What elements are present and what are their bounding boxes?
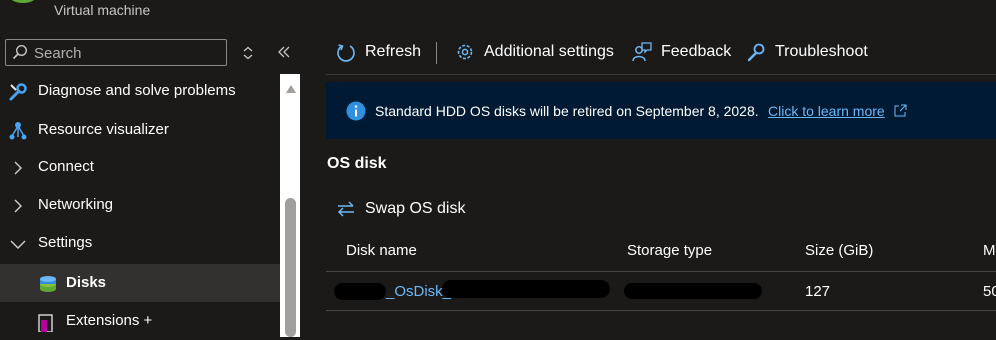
learn-more-link[interactable]: Click to learn more (768, 103, 885, 119)
swap-icon (337, 201, 354, 217)
banner-message: Standard HDD OS disks will be retired on… (375, 103, 759, 119)
wrench-icon (9, 83, 27, 101)
scrollbar-thumb[interactable] (285, 198, 296, 337)
search-input[interactable] (32, 42, 226, 65)
additional-settings-label: Additional settings (484, 43, 614, 60)
sidebar-item-label: Networking (38, 196, 114, 213)
info-banner: Standard HDD OS disks will be retired on… (326, 82, 996, 139)
collapse-menu-icon[interactable] (276, 45, 292, 59)
column-header-storage-type[interactable]: Storage type (627, 242, 712, 259)
disks-icon (40, 276, 56, 292)
chevron-right-icon (14, 161, 22, 175)
sidebar-item-disks[interactable]: Disks (0, 264, 280, 302)
sidebar-item-diagnose[interactable]: Diagnose and solve problems (0, 72, 280, 110)
redaction-mark (334, 283, 386, 300)
sidebar-item-label: Connect (38, 158, 94, 175)
disk-name-link[interactable]: _OsDisk_ (386, 283, 451, 300)
search-box[interactable] (5, 39, 227, 66)
column-header-disk-name[interactable]: Disk name (346, 242, 417, 259)
row-divider (326, 310, 996, 311)
sidebar-item-label: Diagnose and solve problems (38, 82, 236, 99)
refresh-label: Refresh (365, 43, 422, 60)
column-header-more[interactable]: M (983, 242, 996, 259)
info-icon (346, 101, 366, 121)
size-cell: 127 (805, 283, 831, 300)
troubleshoot-label: Troubleshoot (775, 43, 868, 60)
toolbar-divider (326, 74, 996, 75)
chevron-down-icon (10, 240, 26, 249)
feedback-icon (632, 42, 652, 62)
sidebar-item-settings[interactable]: Settings (0, 224, 280, 262)
more-cell: 50 (983, 283, 996, 300)
vm-icon (11, 0, 35, 3)
chevron-right-icon (14, 199, 22, 213)
column-header-size[interactable]: Size (GiB) (805, 242, 873, 259)
sidebar-item-resource-visualizer[interactable]: Resource visualizer (0, 111, 280, 149)
sidebar-item-label: Extensions + (66, 312, 153, 329)
hierarchy-icon (9, 122, 27, 140)
feedback-label: Feedback (661, 43, 732, 60)
search-icon (12, 44, 28, 60)
swap-os-disk-label: Swap OS disk (365, 200, 466, 217)
sidebar-item-connect[interactable]: Connect (0, 148, 280, 186)
sidebar-item-label: Settings (38, 234, 93, 251)
external-link-icon (894, 104, 907, 117)
sidebar-item-label: Resource visualizer (38, 121, 169, 138)
toolbar-separator (436, 42, 437, 64)
scroll-up-icon[interactable] (286, 85, 296, 93)
extensions-icon (38, 314, 53, 332)
sidebar-item-extensions[interactable]: Extensions + (0, 302, 280, 340)
refresh-icon (337, 44, 355, 62)
resource-type-subtitle: Virtual machine (54, 2, 151, 18)
wrench-icon (747, 43, 765, 62)
sidebar-item-label: Disks (66, 274, 107, 291)
sidebar-item-networking[interactable]: Networking (0, 186, 280, 224)
header-divider (326, 271, 996, 272)
sort-updown-icon[interactable] (242, 46, 254, 60)
redaction-mark (442, 280, 610, 298)
redaction-mark (624, 283, 762, 299)
gear-icon (457, 44, 473, 60)
section-title: OS disk (327, 155, 387, 172)
